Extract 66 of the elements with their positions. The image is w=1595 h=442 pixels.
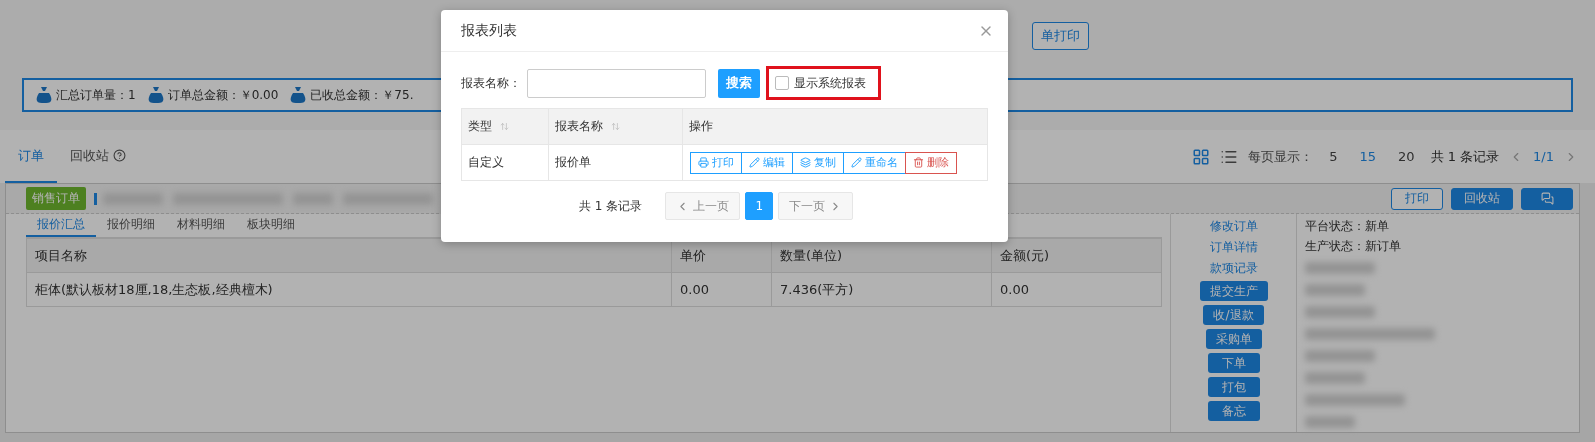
page-number-button[interactable]: 1 [745,192,774,220]
order-type-badge: 销售订单 [26,187,86,210]
order-link[interactable]: 订单详情 [1209,239,1258,256]
checkbox-label: 显示系统报表 [794,74,866,92]
status-text: 生产状态：新订单 [1305,238,1402,254]
search-button[interactable]: 搜索 [718,68,760,98]
print-button[interactable]: 打印 [690,151,742,174]
record-count: 共 1 条记录 [579,197,643,215]
pencil-icon [749,157,760,168]
order-action-button[interactable]: 采购单 [1205,329,1262,349]
order-action-button[interactable]: 收/退款 [1203,305,1264,325]
column-header: 操作 [689,118,713,135]
help-icon [113,149,126,162]
table-cell: 0.00 [991,272,1162,307]
column-header: 报表名称 [555,118,603,135]
record-count: 共 1 条记录 [1430,147,1500,166]
rename-button[interactable]: 重命名 [843,151,906,174]
chat-button[interactable] [1521,187,1573,210]
header-button[interactable]: 回收站 [1451,187,1513,210]
order-print-button[interactable]: 单打印 [1032,22,1089,50]
order-link[interactable]: 款项记录 [1209,260,1258,277]
edit-button[interactable]: 编辑 [741,151,793,174]
money-bag-icon [36,86,52,104]
sub-tab[interactable]: 材料明细 [166,214,236,237]
layers-icon [800,157,811,168]
grid-view-icon[interactable] [1192,147,1211,166]
money-bag-icon [290,86,307,104]
page-size-option[interactable]: 5 [1323,149,1344,164]
header-button[interactable]: 打印 [1391,187,1443,210]
sort-icon[interactable] [611,122,620,131]
report-name-field[interactable] [527,68,706,98]
page-size-option[interactable]: 20 [1392,149,1421,164]
page-size-label: 每页显示： [1248,147,1314,166]
sort-icon[interactable] [500,122,509,131]
table-cell: 自定义 [461,144,549,181]
summary-text: 汇总订单量：1 [56,86,136,104]
delete-button[interactable]: 删除 [905,151,957,174]
dialog-title: 报表列表 [461,21,517,40]
summary-text: 已收总金额：￥75. [310,86,414,104]
page-indicator: 1/1 [1533,149,1554,164]
column-header: 类型 [468,118,492,135]
order-action-button[interactable]: 提交生产 [1199,281,1268,301]
order-action-button[interactable]: 下单 [1207,353,1260,373]
trash-icon [913,157,924,168]
tab[interactable]: 回收站 [57,130,139,183]
table-cell: 0.00 [671,272,772,307]
money-bag-icon [147,86,164,104]
sub-tab[interactable]: 板块明细 [236,214,306,237]
chat-icon [1540,192,1554,205]
column-header: 项目名称 [26,238,672,273]
column-header: 金额(元) [991,238,1162,273]
order-action-button[interactable]: 打包 [1207,377,1260,397]
table-cell: 7.436(平方) [771,272,992,307]
printer-icon [698,157,709,168]
table-cell: 报价单 [548,144,683,181]
sub-tab[interactable]: 报价明细 [96,214,166,237]
pencil-icon [851,157,862,168]
summary-text: 订单总金额：￥0.00 [167,86,279,104]
page-size-option[interactable]: 15 [1353,149,1382,164]
checkbox[interactable] [775,76,789,90]
table-cell: 柜体(默认板材18厘,18,生态板,经典檀木) [26,272,672,307]
field-label: 报表名称： [461,74,521,92]
order-action-button[interactable]: 备忘 [1207,401,1260,421]
status-text: 平台状态：新单 [1305,218,1390,234]
order-link[interactable]: 修改订单 [1209,218,1258,235]
copy-button[interactable]: 复制 [792,151,844,174]
